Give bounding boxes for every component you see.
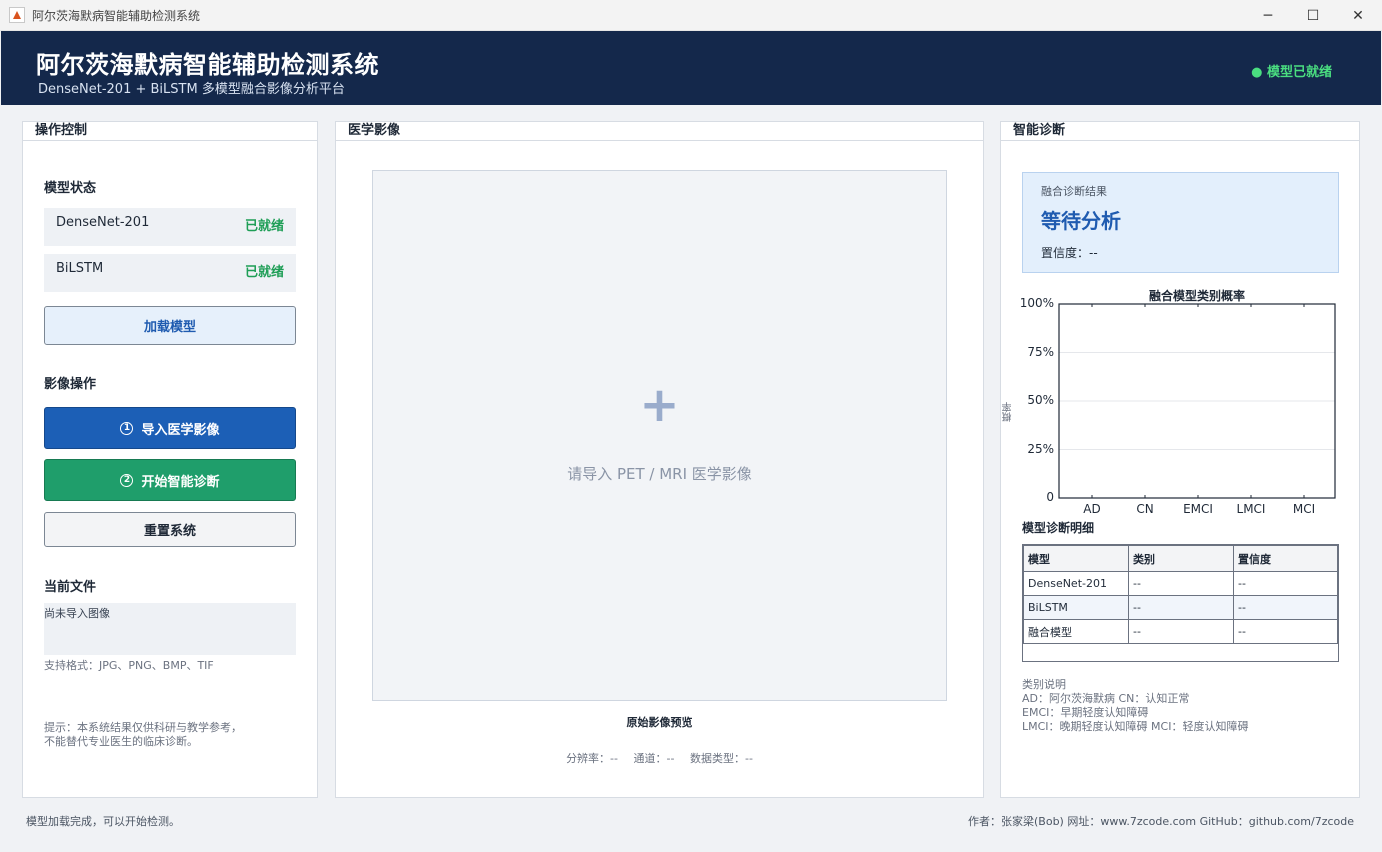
app-title: 阿尔茨海默病智能辅助检测系统 bbox=[36, 51, 379, 79]
window-titlebar: 阿尔茨海默病智能辅助检测系统 ─ ☐ ✕ bbox=[0, 0, 1382, 31]
image-ops-heading: 影像操作 bbox=[44, 377, 97, 392]
control-panel-title: 操作控制 bbox=[23, 122, 317, 141]
close-button[interactable]: ✕ bbox=[1335, 0, 1381, 31]
diagnosis-panel-title: 智能诊断 bbox=[1001, 122, 1359, 141]
channels-value: 通道：-- bbox=[633, 752, 675, 765]
class-legend: 类别说明 AD：阿尔茨海默病 CN：认知正常 EMCI：早期轻度认知障碍 LMC… bbox=[1022, 678, 1248, 734]
probability-chart: 融合模型类别概率 概率 0 25% 50% 75% 100% AD CN EMCI LMCI M… bbox=[1001, 282, 1359, 522]
start-diagnosis-button[interactable]: 2 开始智能诊断 bbox=[44, 459, 296, 501]
current-file-field: 尚未导入图像 bbox=[44, 603, 296, 655]
fusion-confidence: 置信度：-- bbox=[1041, 246, 1098, 260]
import-image-label: 导入医学影像 bbox=[141, 422, 220, 438]
imaging-panel-title: 医学影像 bbox=[336, 122, 983, 141]
fusion-result-card: 融合诊断结果 等待分析 置信度：-- bbox=[1022, 172, 1339, 273]
supported-formats: 支持格式：JPG、PNG、BMP、TIF bbox=[44, 659, 214, 672]
drop-zone-placeholder: 请导入 PET / MRI 医学影像 bbox=[567, 465, 752, 483]
model-detail-table: 模型 类别 置信度 DenseNet-201 -- -- BiLSTM -- -… bbox=[1022, 544, 1339, 662]
diagnosis-panel: 智能诊断 融合诊断结果 等待分析 置信度：-- 融合模型类别概率 概率 0 25%… bbox=[1000, 121, 1360, 798]
class-legend-title: 类别说明 bbox=[1022, 678, 1066, 691]
class-legend-line: LMCI：晚期轻度认知障碍 MCI：轻度认知障碍 bbox=[1022, 720, 1249, 733]
fusion-result-label: 融合诊断结果 bbox=[1041, 185, 1107, 198]
table-cell: -- bbox=[1233, 595, 1338, 620]
table-cell: BiLSTM bbox=[1023, 595, 1129, 620]
model-row-bilstm: BiLSTM 已就绪 bbox=[44, 254, 296, 292]
import-image-button[interactable]: 1 导入医学影像 bbox=[44, 407, 296, 449]
image-drop-zone[interactable]: + 请导入 PET / MRI 医学影像 bbox=[372, 170, 947, 701]
model-name: DenseNet-201 bbox=[56, 215, 150, 230]
reset-system-button[interactable]: 重置系统 bbox=[44, 512, 296, 547]
table-cell: -- bbox=[1128, 595, 1234, 620]
dtype-value: 数据类型：-- bbox=[689, 752, 753, 765]
model-ready-status: ● 模型已就绪 bbox=[1251, 65, 1332, 80]
maximize-button[interactable]: ☐ bbox=[1290, 0, 1336, 31]
app-subtitle: DenseNet-201 + BiLSTM 多模型融合影像分析平台 bbox=[38, 82, 345, 97]
minimize-button[interactable]: ─ bbox=[1245, 0, 1291, 31]
table-cell: -- bbox=[1128, 571, 1234, 596]
credits: 作者：张家梁(Bob) 网址：www.7zcode.com GitHub：git… bbox=[968, 815, 1354, 828]
image-metadata: 分辨率：-- 通道：-- 数据类型：-- bbox=[336, 750, 983, 766]
model-name: BiLSTM bbox=[56, 261, 104, 276]
app-header: 阿尔茨海默病智能辅助检测系统 DenseNet-201 + BiLSTM 多模型… bbox=[1, 31, 1381, 105]
class-legend-line: AD：阿尔茨海默病 CN：认知正常 bbox=[1022, 692, 1190, 705]
model-row-densenet: DenseNet-201 已就绪 bbox=[44, 208, 296, 246]
plus-icon: + bbox=[639, 377, 680, 433]
current-file-heading: 当前文件 bbox=[44, 580, 97, 595]
model-status: 已就绪 bbox=[244, 265, 284, 280]
imaging-panel: 医学影像 + 请导入 PET / MRI 医学影像 原始影像预览 分辨率：-- … bbox=[335, 121, 984, 798]
model-detail-heading: 模型诊断明细 bbox=[1022, 521, 1095, 535]
table-cell: -- bbox=[1128, 619, 1234, 644]
chart-plot-area bbox=[1058, 303, 1336, 499]
app-icon bbox=[9, 7, 25, 23]
table-cell: 融合模型 bbox=[1023, 619, 1129, 644]
model-status-heading: 模型状态 bbox=[44, 181, 97, 196]
disclaimer-line-1: 提示：本系统结果仅供科研与教学参考， bbox=[44, 721, 242, 734]
start-diagnosis-label: 开始智能诊断 bbox=[141, 474, 220, 490]
column-header: 类别 bbox=[1128, 545, 1234, 572]
disclaimer-line-2: 不能替代专业医生的临床诊断。 bbox=[44, 735, 198, 748]
column-header: 模型 bbox=[1023, 545, 1129, 572]
preview-label: 原始影像预览 bbox=[626, 716, 693, 729]
table-row: 融合模型 -- -- bbox=[1023, 619, 1338, 644]
load-model-button[interactable]: 加载模型 bbox=[44, 306, 296, 345]
window-title: 阿尔茨海默病智能辅助检测系统 bbox=[32, 9, 201, 23]
fusion-result-value: 等待分析 bbox=[1041, 209, 1121, 233]
step-one-icon: 1 bbox=[120, 421, 134, 435]
status-message: 模型加载完成，可以开始检测。 bbox=[26, 815, 180, 828]
table-cell: -- bbox=[1233, 571, 1338, 596]
table-row: BiLSTM -- -- bbox=[1023, 595, 1338, 620]
step-two-icon: 2 bbox=[120, 473, 134, 487]
model-status: 已就绪 bbox=[244, 219, 284, 234]
table-header-row: 模型 类别 置信度 bbox=[1023, 545, 1338, 572]
table-cell: DenseNet-201 bbox=[1023, 571, 1129, 596]
table-row: DenseNet-201 -- -- bbox=[1023, 571, 1338, 596]
column-header: 置信度 bbox=[1233, 545, 1338, 572]
resolution-value: 分辨率：-- bbox=[566, 752, 619, 765]
table-cell: -- bbox=[1233, 619, 1338, 644]
class-legend-line: EMCI：早期轻度认知障碍 bbox=[1022, 706, 1149, 719]
control-panel: 操作控制 模型状态 DenseNet-201 已就绪 BiLSTM 已就绪 加载… bbox=[22, 121, 318, 798]
